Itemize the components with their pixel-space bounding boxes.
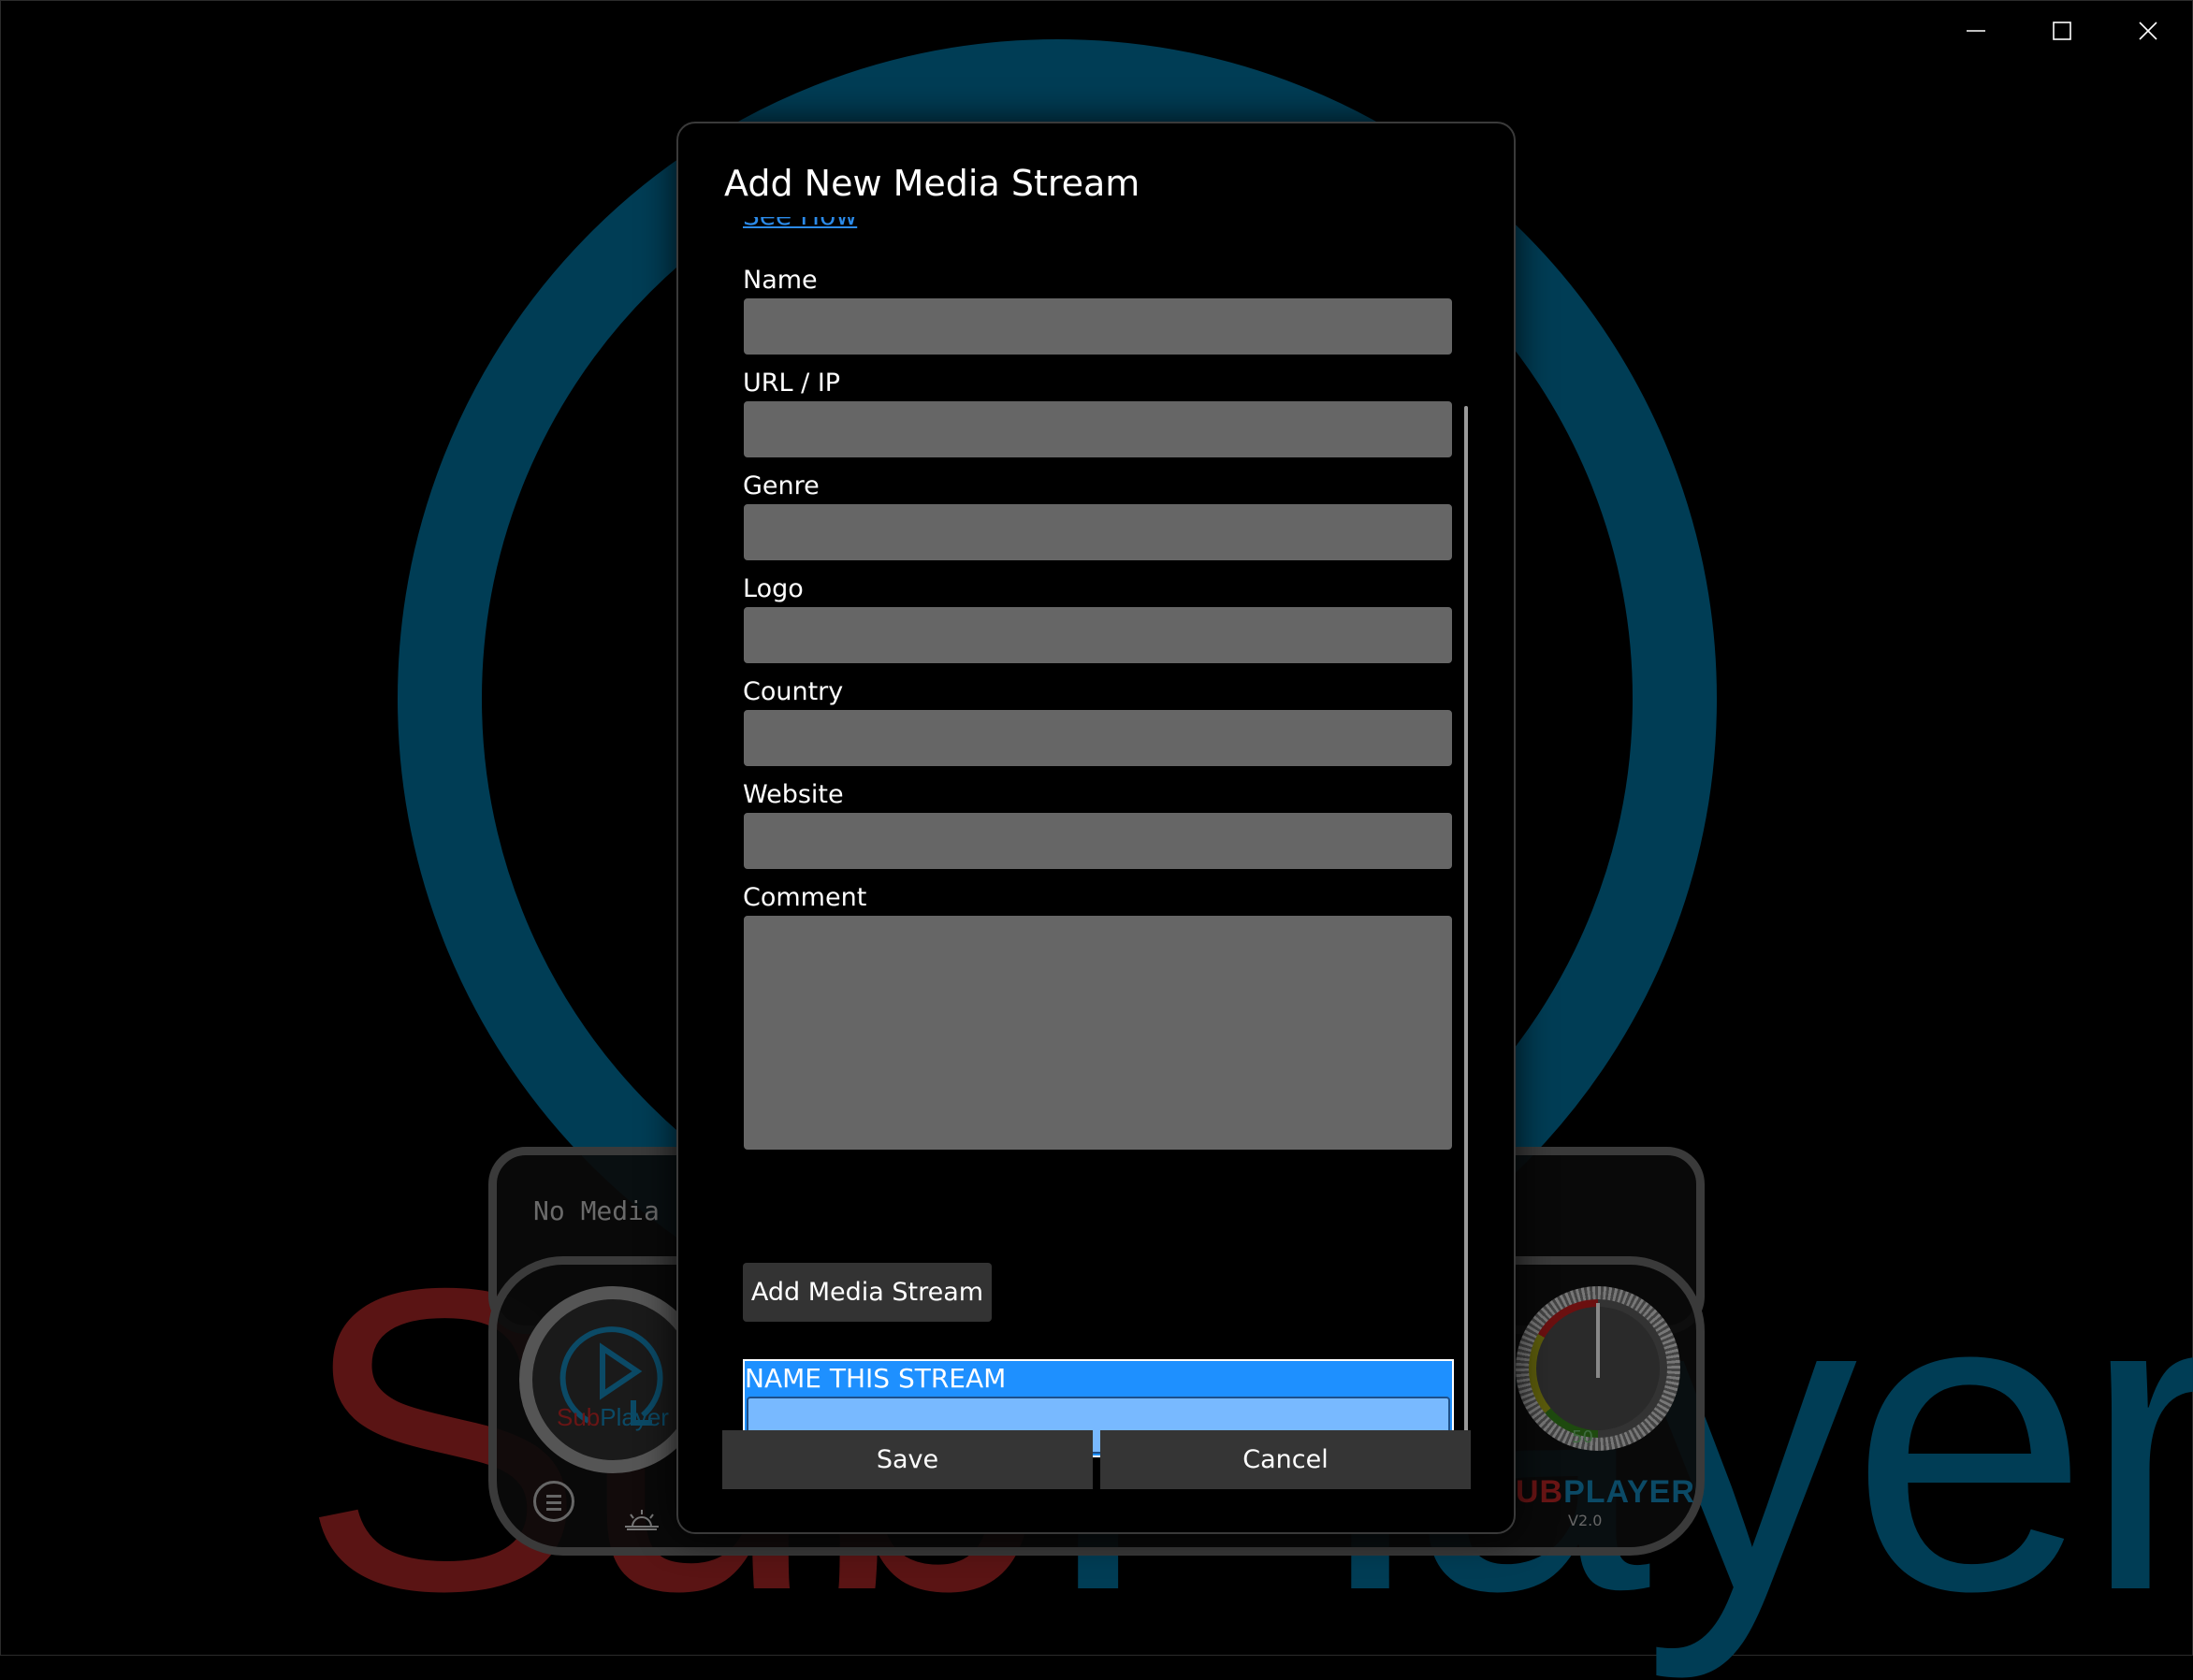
comment-label: Comment	[743, 883, 867, 912]
minimize-icon	[1967, 30, 1985, 32]
name-field[interactable]	[744, 298, 1452, 355]
website-field[interactable]	[744, 813, 1452, 869]
genre-field[interactable]	[744, 504, 1452, 560]
play-refresh-icon	[559, 1326, 663, 1426]
name-label: Name	[743, 266, 818, 295]
logo-field[interactable]	[744, 607, 1452, 663]
brightness-icon[interactable]	[623, 1508, 661, 1530]
dialog-scroll-content: See How Name URL / IP Genre Logo Country…	[678, 217, 1516, 1475]
logo-label: Logo	[743, 574, 804, 603]
country-field[interactable]	[744, 710, 1452, 766]
website-label: Website	[743, 780, 844, 809]
see-how-link[interactable]: See How	[743, 217, 857, 231]
now-playing-text: No Media	[533, 1195, 660, 1226]
subplayer-brand-logo: UBPLAYER	[1516, 1474, 1695, 1510]
genre-label: Genre	[743, 471, 820, 500]
name-this-stream-label: NAME THIS STREAM	[745, 1363, 1007, 1394]
maximize-icon	[2053, 22, 2071, 40]
close-button[interactable]	[2105, 0, 2191, 62]
dialog-title: Add New Media Stream	[724, 163, 1140, 204]
minimize-button[interactable]	[1933, 0, 2019, 62]
version-label: V2.0	[1568, 1512, 1603, 1529]
volume-value: 50	[1572, 1427, 1593, 1447]
dialog-scrollbar[interactable]	[1464, 406, 1468, 1449]
comment-field[interactable]	[744, 916, 1452, 1150]
country-label: Country	[743, 677, 844, 706]
maximize-button[interactable]	[2019, 0, 2105, 62]
add-media-stream-button[interactable]: Add Media Stream	[743, 1263, 992, 1322]
subplayer-small-logo: SubPlayer	[557, 1403, 669, 1431]
menu-icon[interactable]	[533, 1481, 574, 1522]
save-button[interactable]: Save	[722, 1430, 1093, 1489]
url-label: URL / IP	[743, 369, 841, 398]
add-media-stream-dialog: Add New Media Stream See How Name URL / …	[676, 122, 1516, 1534]
volume-needle	[1596, 1303, 1600, 1378]
close-icon	[2139, 22, 2157, 40]
url-field[interactable]	[744, 401, 1452, 457]
volume-dial[interactable]	[1516, 1286, 1680, 1451]
cancel-button[interactable]: Cancel	[1100, 1430, 1471, 1489]
